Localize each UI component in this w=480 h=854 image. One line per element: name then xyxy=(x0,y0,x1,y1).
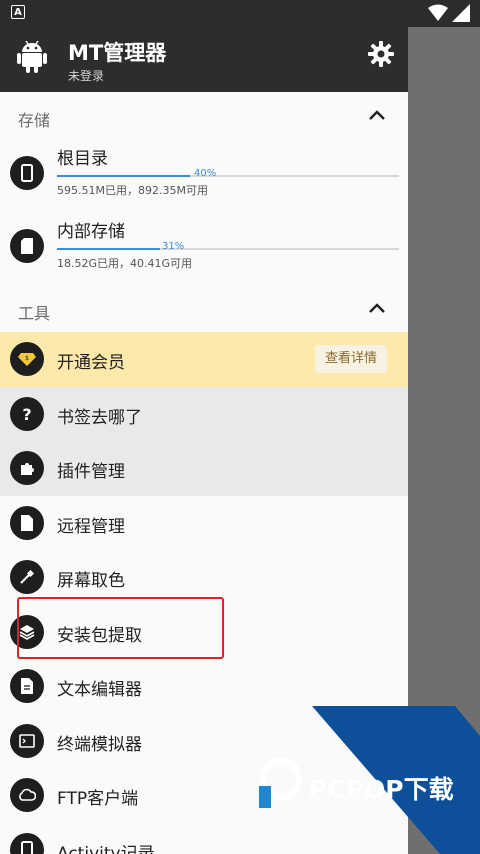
highlight-annotation xyxy=(17,597,224,659)
tool-label: 文本编辑器 xyxy=(57,680,142,700)
tool-label: 开通会员 xyxy=(57,353,125,373)
tool-label: 插件管理 xyxy=(57,462,125,482)
storage-name: 根目录 xyxy=(57,149,108,169)
terminal-icon xyxy=(10,723,44,758)
storage-item-root[interactable]: 根目录 40% 595.51M已用，892.35M可用 xyxy=(0,139,408,212)
storage-name: 内部存储 xyxy=(57,222,125,242)
storage-usage-fill xyxy=(57,248,160,250)
status-bar: A xyxy=(0,0,480,27)
chevron-up-icon[interactable] xyxy=(368,301,386,315)
sd-card-icon xyxy=(10,229,44,263)
storage-section-header[interactable]: 存储 xyxy=(0,92,408,139)
wifi-icon xyxy=(428,4,448,21)
storage-item-internal[interactable]: 内部存储 31% 18.52G已用，40.41G可用 xyxy=(0,212,408,285)
storage-percent: 31% xyxy=(162,241,185,252)
tool-label: Activity记录 xyxy=(57,843,155,854)
puzzle-icon xyxy=(10,451,44,485)
question-icon: ? xyxy=(10,396,44,431)
phone-icon xyxy=(10,832,44,854)
tool-item-bookmarks[interactable]: ? 书签去哪了 xyxy=(0,386,408,441)
signal-icon xyxy=(452,4,470,22)
android-icon xyxy=(17,40,47,73)
text-file-icon xyxy=(10,669,44,703)
tool-label: 书签去哪了 xyxy=(57,407,142,428)
eyedropper-icon xyxy=(10,560,44,594)
storage-section-label: 存储 xyxy=(18,111,51,130)
storage-percent: 40% xyxy=(194,168,217,179)
chevron-up-icon[interactable] xyxy=(368,108,386,122)
status-icons xyxy=(428,4,470,22)
view-details-button[interactable]: 查看详情 xyxy=(315,345,387,373)
file-icon xyxy=(10,505,44,540)
drawer-header: MT管理器 未登录 xyxy=(0,27,408,92)
login-status[interactable]: 未登录 xyxy=(68,67,104,84)
tool-label: 屏幕取色 xyxy=(57,571,125,591)
pcpop-icon xyxy=(259,758,301,808)
storage-detail: 18.52G已用，40.41G可用 xyxy=(57,257,193,270)
ftp-cloud-icon xyxy=(10,778,44,812)
storage-usage-bar xyxy=(57,248,399,250)
storage-usage-fill xyxy=(57,175,190,177)
svg-text:$: $ xyxy=(25,355,29,362)
tool-label: 远程管理 xyxy=(57,516,125,537)
tool-item-remote[interactable]: 远程管理 xyxy=(0,496,408,551)
notification-app-icon: A xyxy=(11,5,25,19)
storage-detail: 595.51M已用，892.35M可用 xyxy=(57,184,208,197)
vip-diamond-icon: $ xyxy=(10,342,44,376)
tool-label: 终端模拟器 xyxy=(57,734,142,755)
phone-icon xyxy=(10,156,44,190)
storage-usage-bar xyxy=(57,175,399,177)
tools-section-label: 工具 xyxy=(18,304,51,323)
tools-section-header[interactable]: 工具 xyxy=(0,285,408,332)
gear-icon[interactable] xyxy=(368,41,394,67)
svg-text:?: ? xyxy=(22,405,31,423)
tool-item-vip[interactable]: $ 开通会员 查看详情 xyxy=(0,332,408,387)
tool-label: FTP客户端 xyxy=(57,789,139,809)
tool-item-plugins[interactable]: 插件管理 xyxy=(0,441,408,496)
watermark-subtext: PCPOP Download xyxy=(309,795,370,803)
moon-icon[interactable] xyxy=(313,41,339,67)
app-title: MT管理器 xyxy=(68,41,167,65)
